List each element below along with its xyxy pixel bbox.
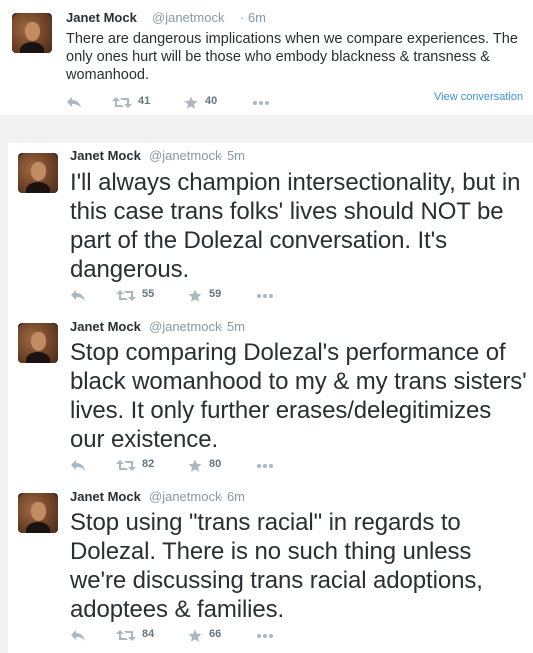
author-handle[interactable]: @janetmock [149, 489, 221, 504]
tweet-actions: 55 59 [70, 288, 290, 304]
retweet-count: 55 [142, 288, 155, 300]
reply-icon [71, 630, 85, 641]
author-name[interactable]: Janet Mock [70, 489, 141, 504]
avatar[interactable] [18, 153, 58, 193]
author-name[interactable]: Janet Mock [70, 319, 141, 334]
avatar[interactable] [12, 13, 52, 53]
author-handle[interactable]: @janetmock [149, 319, 221, 334]
avatar[interactable] [18, 323, 58, 363]
tweet: Janet Mock @janetmock · 5m I'll always c… [8, 143, 533, 313]
tweet: Janet Mock @janetmock · 5m Stop comparin… [8, 313, 533, 483]
star-icon [188, 289, 202, 302]
author-handle[interactable]: @janetmock [152, 10, 224, 25]
more-icon [257, 464, 273, 468]
retweet-count: 41 [138, 95, 151, 107]
author-handle[interactable]: @janetmock [149, 148, 221, 163]
tweet-text: Stop using "trans racial" in regards to … [70, 509, 483, 623]
more-icon [257, 634, 273, 638]
tweet-actions: 41 40 [66, 95, 286, 111]
view-conversation-link[interactable]: View conversation [434, 91, 523, 103]
tweet-timestamp[interactable]: · 5m [219, 148, 245, 163]
retweet-icon [112, 97, 132, 108]
tweet-timestamp[interactable]: · 6m [219, 489, 245, 504]
favorite-count: 59 [209, 288, 222, 300]
tweet-timestamp[interactable]: · 5m [219, 319, 245, 334]
more-icon [253, 101, 269, 105]
favorite-count: 66 [209, 628, 222, 640]
more-icon [257, 294, 273, 298]
retweet-count: 84 [142, 628, 155, 640]
author-name[interactable]: Janet Mock [70, 148, 141, 163]
tweet-actions: 84 66 [70, 628, 290, 644]
tweet-actions: 82 80 [70, 458, 290, 474]
tweet-timestamp[interactable]: · 6m [240, 10, 266, 25]
star-icon [184, 96, 198, 109]
retweet-icon [116, 460, 136, 471]
tweet: Janet Mock @janetmock · 6m Stop using "t… [8, 483, 533, 653]
favorite-count: 40 [205, 95, 218, 107]
reply-icon [71, 460, 85, 471]
author-name[interactable]: Janet Mock [66, 10, 137, 25]
avatar[interactable] [18, 493, 58, 533]
star-icon [188, 629, 202, 642]
tweet: Janet Mock @janetmock · 6m There are dan… [0, 0, 533, 115]
reply-icon [71, 290, 85, 301]
tweet-text: I'll always champion intersectionality, … [70, 169, 521, 283]
tweet-text: There are dangerous implications when we… [66, 31, 518, 83]
favorite-count: 80 [209, 458, 222, 470]
tweet-text: Stop comparing Dolezal's performance of … [70, 339, 527, 453]
reply-icon [67, 97, 81, 108]
retweet-icon [116, 630, 136, 641]
retweet-icon [116, 290, 136, 301]
star-icon [188, 459, 202, 472]
retweet-count: 82 [142, 458, 155, 470]
